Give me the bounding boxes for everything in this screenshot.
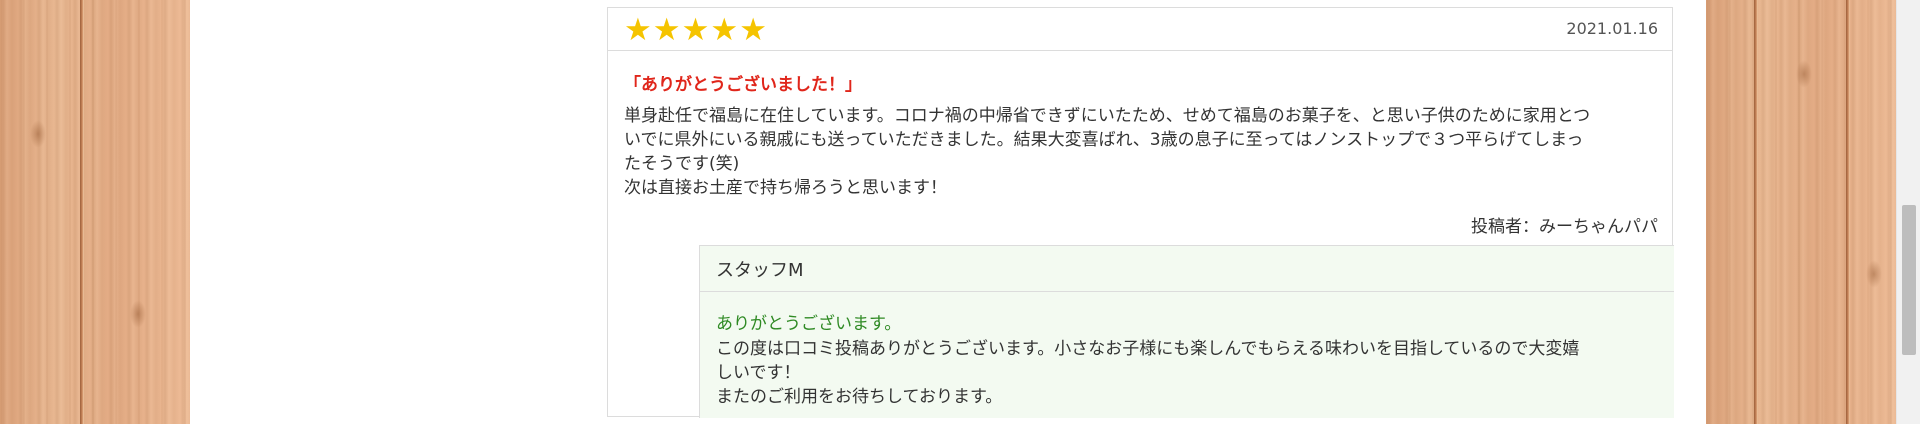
reply-header: スタッフM (700, 246, 1674, 292)
review-body-line: 次は直接お土産で持ち帰ろうと思います！ (624, 178, 947, 198)
review-body-line: たそうです(笑) (624, 154, 740, 174)
author-name: みーちゃんパパ (1539, 217, 1658, 237)
review-date: 2021.01.16 (1566, 19, 1658, 38)
review-body-line: いでに県外にいる親戚にも送っていただきました。結果大変喜ばれ、3歳の息子に至って… (624, 130, 1584, 150)
review-card: ★★★★★ 2021.01.16 「ありがとうございました！」 単身赴任で福島に… (607, 7, 1674, 418)
wood-knot (1796, 60, 1812, 88)
review-header: ★★★★★ 2021.01.16 (608, 8, 1672, 51)
page-scrollbar[interactable] (1896, 0, 1920, 424)
reply-body-line: しいです！ (716, 363, 801, 383)
wood-knot (130, 300, 146, 328)
wood-knot (1866, 260, 1882, 288)
star-rating: ★★★★★ (624, 12, 768, 48)
reply-body-line: またのご利用をお待ちしております。 (716, 387, 1003, 407)
staff-name: スタッフM (716, 260, 804, 281)
reply-body-line: この度は口コミ投稿ありがとうございます。小さなお子様にも楽しんでもらえる味わいを… (716, 339, 1580, 359)
review-author: 投稿者：みーちゃんパパ (1471, 212, 1658, 237)
scrollbar-thumb[interactable] (1902, 205, 1916, 355)
staff-reply: スタッフM ありがとうございます。 この度は口コミ投稿ありがとうございます。小さ… (699, 245, 1674, 418)
star-icon: ★ (681, 12, 710, 48)
wood-seam (80, 0, 84, 424)
author-label: 投稿者： (1471, 217, 1539, 237)
wood-seam (1754, 0, 1758, 424)
wood-seam (1846, 0, 1850, 424)
review-title: 「ありがとうございました！」 (624, 75, 862, 95)
reply-title: ありがとうございます。 (716, 314, 902, 334)
wood-panel-right (1706, 0, 1896, 424)
star-icon: ★ (624, 12, 652, 48)
star-icon: ★ (710, 12, 739, 48)
star-icon: ★ (739, 12, 767, 48)
review-body: 単身赴任で福島に在住しています。コロナ禍の中帰省できずにいたため、せめて福島のお… (624, 104, 1654, 200)
review-body-line: 単身赴任で福島に在住しています。コロナ禍の中帰省できずにいたため、せめて福島のお… (624, 106, 1591, 126)
wood-knot (30, 120, 46, 148)
star-icon: ★ (652, 12, 681, 48)
wood-panel-left (0, 0, 190, 424)
reply-body: この度は口コミ投稿ありがとうございます。小さなお子様にも楽しんでもらえる味わいを… (716, 337, 1651, 409)
